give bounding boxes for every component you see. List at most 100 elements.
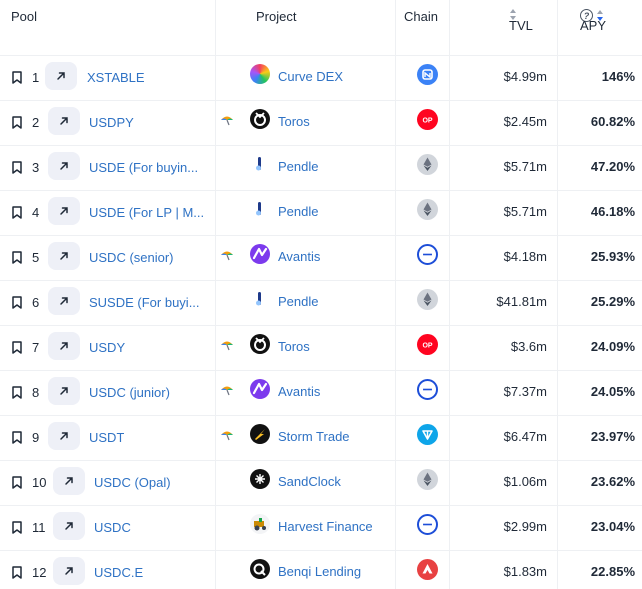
bookmark-icon[interactable] <box>12 566 22 579</box>
apy-value: 25.93% <box>590 249 635 264</box>
pool-link[interactable]: USDC (senior) <box>89 250 174 265</box>
header-tvl[interactable]: TVL <box>509 9 533 33</box>
curve-logo-icon <box>250 64 270 84</box>
project-link[interactable]: Benqi Lending <box>278 564 361 579</box>
storm-logo-icon <box>250 424 270 444</box>
sort-desc-icon[interactable] <box>596 10 604 21</box>
ethereum-logo-icon[interactable] <box>417 469 438 490</box>
arrow-up-right-icon <box>55 70 67 82</box>
bookmark-icon[interactable] <box>12 341 22 354</box>
project-link[interactable]: Storm Trade <box>278 429 350 444</box>
bookmark-icon[interactable] <box>12 521 22 534</box>
avalanche-logo-icon[interactable] <box>417 559 438 580</box>
ethereum-logo-blue-icon[interactable] <box>417 64 438 85</box>
external-link-button[interactable] <box>48 152 80 180</box>
project-link[interactable]: Harvest Finance <box>278 519 373 534</box>
apy-value: 24.05% <box>590 384 635 399</box>
header-apy[interactable]: APY ? <box>580 9 606 33</box>
arrow-up-right-icon <box>58 250 70 262</box>
table-row: 10 USDC (Opal) SandClock $1.06m 23.62% <box>0 460 642 505</box>
svg-text:OP: OP <box>422 118 432 125</box>
pendle-logo-icon <box>250 199 270 219</box>
base-logo-icon[interactable] <box>417 379 438 400</box>
pool-link[interactable]: USDC (junior) <box>89 385 170 400</box>
tvl-value: $1.06m <box>503 474 547 489</box>
optimism-logo-icon[interactable]: OP <box>417 334 438 355</box>
base-logo-icon[interactable] <box>417 244 438 265</box>
external-link-button[interactable] <box>48 377 80 405</box>
ethereum-logo-icon[interactable] <box>417 154 438 175</box>
external-link-button[interactable] <box>53 512 85 540</box>
avantis-logo-icon <box>250 379 270 399</box>
bookmark-icon[interactable] <box>12 251 22 264</box>
external-link-button[interactable] <box>53 557 85 585</box>
umbrella-icon <box>220 429 234 441</box>
bookmark-icon[interactable] <box>12 116 22 129</box>
header-tvl-label: TVL <box>509 18 533 33</box>
sandclock-logo-icon <box>250 469 270 489</box>
bookmark-icon[interactable] <box>12 431 22 444</box>
pool-link[interactable]: USDE (For LP | M... <box>89 205 204 220</box>
bookmark-icon[interactable] <box>12 206 22 219</box>
rank-number: 7 <box>32 340 40 355</box>
base-logo-icon[interactable] <box>417 514 438 535</box>
external-link-button[interactable] <box>45 62 77 90</box>
project-link[interactable]: Avantis <box>278 249 320 264</box>
optimism-logo-icon[interactable]: OP <box>417 109 438 130</box>
tvl-value: $1.83m <box>503 564 547 579</box>
project-link[interactable]: SandClock <box>278 474 341 489</box>
pool-link[interactable]: USDE (For buyin... <box>89 160 198 175</box>
header-chain[interactable]: Chain <box>404 9 438 24</box>
project-link[interactable]: Pendle <box>278 159 318 174</box>
ton-logo-icon[interactable] <box>417 424 438 445</box>
bookmark-icon[interactable] <box>12 161 22 174</box>
header-project[interactable]: Project <box>256 9 296 24</box>
pool-link[interactable]: USDC <box>94 520 131 535</box>
project-link[interactable]: Toros <box>278 114 310 129</box>
external-link-button[interactable] <box>48 197 80 225</box>
arrow-up-right-icon <box>58 385 70 397</box>
external-link-button[interactable] <box>48 332 80 360</box>
tvl-value: $5.71m <box>503 159 547 174</box>
apy-value: 23.62% <box>590 474 635 489</box>
ethereum-logo-icon[interactable] <box>417 199 438 220</box>
bookmark-icon[interactable] <box>12 71 22 84</box>
arrow-up-right-icon <box>63 520 75 532</box>
arrow-up-right-icon <box>58 160 70 172</box>
ethereum-logo-icon[interactable] <box>417 289 438 310</box>
sort-icon[interactable] <box>509 9 517 20</box>
table-header: Pool Project Chain TVL APY ? <box>0 0 642 55</box>
table-row: 7 USDY Toros OP $3.6m 24.09% <box>0 325 642 370</box>
external-link-button[interactable] <box>48 287 80 315</box>
external-link-button[interactable] <box>48 107 80 135</box>
bookmark-icon[interactable] <box>12 386 22 399</box>
project-link[interactable]: Pendle <box>278 294 318 309</box>
project-link[interactable]: Avantis <box>278 384 320 399</box>
pool-link[interactable]: USDC.E <box>94 565 143 580</box>
pool-link[interactable]: USDPY <box>89 115 134 130</box>
external-link-button[interactable] <box>48 242 80 270</box>
table-row: 8 USDC (junior) Avantis $7.37m 24.05% <box>0 370 642 415</box>
table-row: 6 SUSDE (For buyi... Pendle $41.81m 25.29% <box>0 280 642 325</box>
rank-number: 6 <box>32 295 40 310</box>
project-link[interactable]: Toros <box>278 339 310 354</box>
pool-link[interactable]: SUSDE (For buyi... <box>89 295 200 310</box>
umbrella-icon <box>220 114 234 126</box>
apy-value: 46.18% <box>590 204 635 219</box>
header-pool[interactable]: Pool <box>11 9 37 24</box>
pool-link[interactable]: XSTABLE <box>87 70 145 85</box>
project-link[interactable]: Curve DEX <box>278 69 343 84</box>
table-row: 3 USDE (For buyin... Pendle $5.71m 47.20% <box>0 145 642 190</box>
external-link-button[interactable] <box>53 467 85 495</box>
pool-link[interactable]: USDY <box>89 340 125 355</box>
project-link[interactable]: Pendle <box>278 204 318 219</box>
pool-link[interactable]: USDT <box>89 430 124 445</box>
avantis-logo-icon <box>250 244 270 264</box>
table-row: 9 USDT Storm Trade $6.47m 23.97% <box>0 415 642 460</box>
bookmark-icon[interactable] <box>12 296 22 309</box>
tvl-value: $4.18m <box>503 249 547 264</box>
pool-link[interactable]: USDC (Opal) <box>94 475 171 490</box>
external-link-button[interactable] <box>48 422 80 450</box>
umbrella-icon <box>220 339 234 351</box>
bookmark-icon[interactable] <box>12 476 22 489</box>
